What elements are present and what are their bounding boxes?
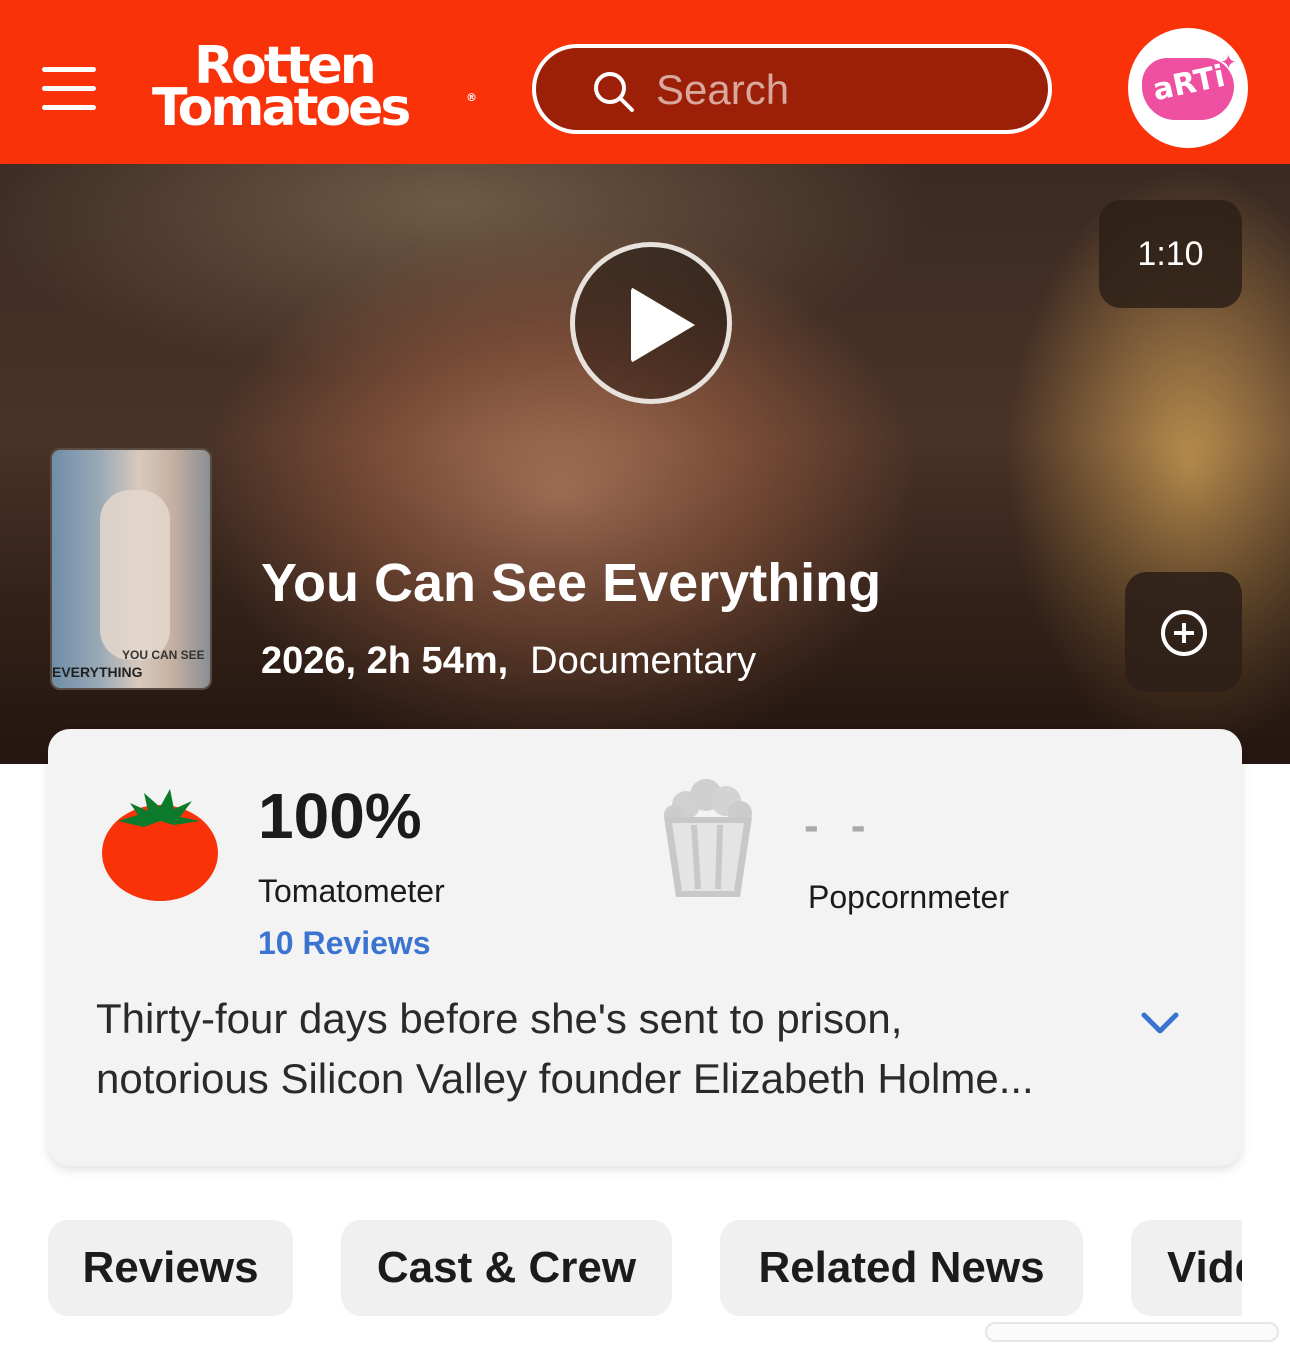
- sparkle-icon: ✦: [1220, 52, 1237, 74]
- reviews-count-link[interactable]: 10 Reviews: [258, 925, 431, 962]
- tab-videos[interactable]: Videos: [1131, 1220, 1242, 1316]
- year-runtime: 2026, 2h 54m,: [261, 640, 509, 682]
- chevron-down-icon[interactable]: [1140, 1009, 1180, 1039]
- tab-cast-crew[interactable]: Cast & Crew: [341, 1220, 672, 1316]
- genre: Documentary: [530, 640, 757, 682]
- tab-reviews[interactable]: Reviews: [48, 1220, 293, 1316]
- synopsis-line-2: notorious Silicon Valley founder Elizabe…: [96, 1055, 1034, 1102]
- synopsis: Thirty-four days before she's sent to pr…: [96, 989, 1106, 1109]
- movie-poster[interactable]: YOU CAN SEE EVERYTHING: [50, 448, 212, 690]
- menu-icon[interactable]: [42, 67, 96, 111]
- hero-trailer[interactable]: 1:10 YOU CAN SEE EVERYTHING You Can See …: [0, 164, 1290, 764]
- logo-line-2: Tomatoes: [152, 78, 411, 138]
- search-icon: [594, 72, 634, 112]
- search-placeholder: Search: [656, 66, 790, 113]
- arti-avatar-button[interactable]: aRTi ✦: [1128, 28, 1248, 148]
- tomatometer-label: Tomatometer: [258, 873, 445, 909]
- popcornmeter-label: Popcornmeter: [808, 879, 1009, 915]
- popcornmeter-score: - -: [804, 801, 876, 850]
- plus-circle-icon: [1161, 610, 1207, 656]
- trailer-duration-badge: 1:10: [1099, 200, 1242, 308]
- play-button[interactable]: [570, 242, 732, 404]
- search-input[interactable]: Search: [532, 44, 1052, 134]
- registered-mark: ®: [466, 91, 477, 104]
- top-nav-bar: Rotten Tomatoes ® Search aRTi ✦: [0, 0, 1290, 164]
- movie-title: You Can See Everything: [261, 553, 882, 613]
- rotten-tomatoes-logo[interactable]: Rotten Tomatoes ®: [150, 36, 480, 140]
- play-icon: [631, 287, 695, 363]
- synopsis-line-1: Thirty-four days before she's sent to pr…: [96, 995, 903, 1042]
- add-to-watchlist-button[interactable]: [1125, 572, 1242, 692]
- tomato-icon: [102, 789, 218, 901]
- popcorn-bucket-icon: [664, 779, 752, 897]
- home-indicator: [985, 1322, 1279, 1342]
- tomatometer-score: 100%: [258, 780, 422, 852]
- movie-meta: 2026, 2h 54m, Documentary: [261, 640, 756, 683]
- poster-text-1: YOU CAN SEE: [122, 648, 205, 662]
- tab-related-news[interactable]: Related News: [720, 1220, 1083, 1316]
- poster-text-2: EVERYTHING: [52, 664, 143, 680]
- section-tabs: Reviews Cast & Crew Related News Videos: [0, 1220, 1242, 1316]
- score-card: 100% Tomatometer 10 Reviews - - Popcornm…: [48, 729, 1242, 1166]
